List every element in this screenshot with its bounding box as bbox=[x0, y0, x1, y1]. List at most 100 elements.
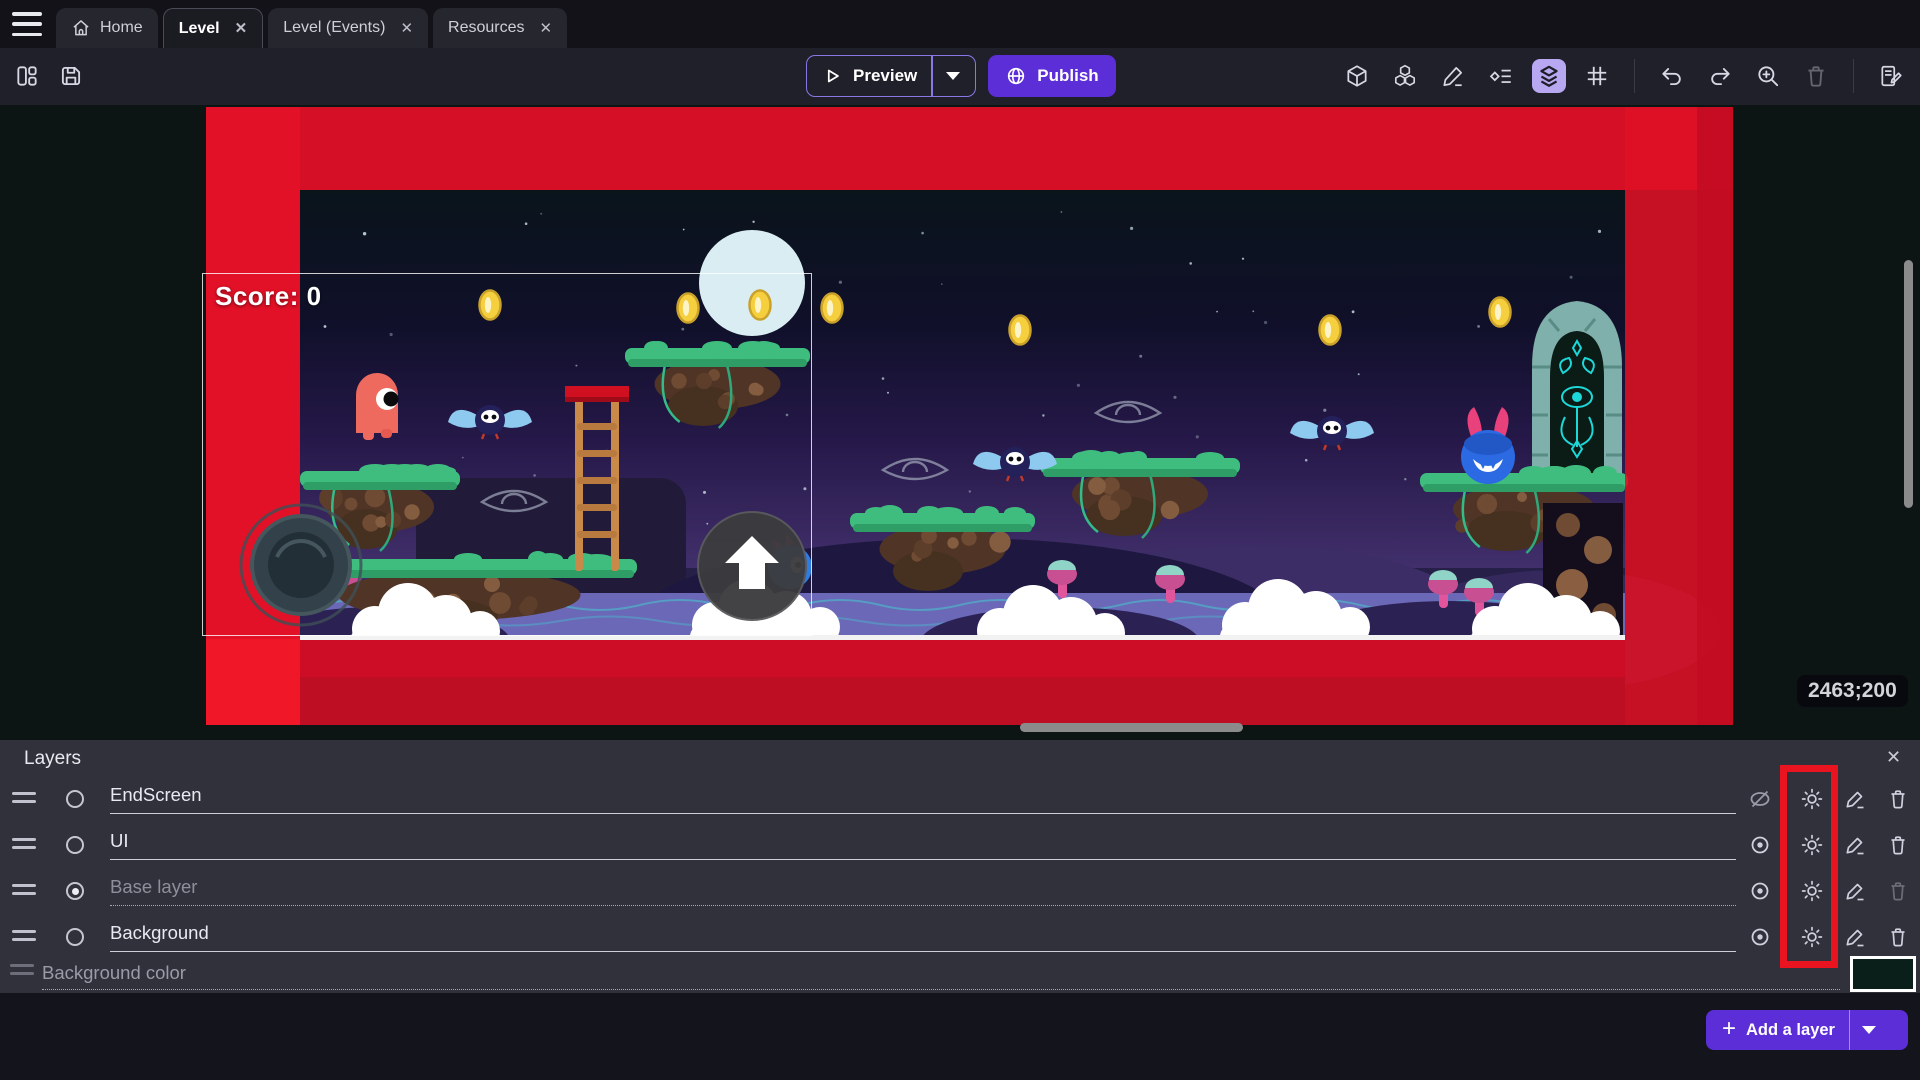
panel-footer: + Add a layer bbox=[0, 993, 1920, 1080]
layer-select-radio[interactable] bbox=[66, 836, 84, 854]
edit-pencil-icon[interactable] bbox=[1843, 787, 1867, 811]
delete-trash-icon[interactable] bbox=[1886, 925, 1910, 949]
edit-pencil-icon[interactable] bbox=[1843, 879, 1867, 903]
scene-svg bbox=[0, 105, 1920, 740]
score-text: Score: 0 bbox=[215, 281, 322, 312]
lighting-sun-icon[interactable] bbox=[1800, 879, 1824, 903]
tab-strip: Home Level ✕ Level (Events) ✕ Resources … bbox=[56, 0, 567, 48]
background-color-swatch[interactable] bbox=[1850, 956, 1916, 992]
joystick-control bbox=[241, 505, 361, 625]
layer-row: Background bbox=[0, 916, 1920, 960]
background-color-row: Background color bbox=[0, 962, 1920, 992]
delete-button[interactable] bbox=[1799, 59, 1833, 93]
undo-button[interactable] bbox=[1655, 59, 1689, 93]
layers-panel-title: Layers bbox=[24, 748, 81, 770]
layer-name-field[interactable]: EndScreen bbox=[110, 784, 1736, 814]
close-tab-icon[interactable]: ✕ bbox=[400, 21, 413, 36]
redo-button[interactable] bbox=[1703, 59, 1737, 93]
layer-select-radio[interactable] bbox=[66, 790, 84, 808]
layers-button[interactable] bbox=[1532, 59, 1566, 93]
object-groups-button[interactable] bbox=[1388, 59, 1422, 93]
tab-label: Home bbox=[100, 19, 143, 37]
vertical-scrollbar[interactable] bbox=[1904, 260, 1913, 508]
coin bbox=[1010, 316, 1031, 345]
open-panels-icon[interactable] bbox=[14, 63, 40, 89]
tab-level-events[interactable]: Level (Events) ✕ bbox=[268, 8, 428, 48]
drag-handle-icon[interactable] bbox=[12, 884, 36, 898]
preview-dropdown[interactable] bbox=[933, 72, 973, 80]
toolbar-right-group bbox=[1340, 59, 1908, 93]
layer-row: Base layer bbox=[0, 870, 1920, 914]
chevron-down-icon bbox=[946, 72, 960, 80]
layer-select-radio[interactable] bbox=[66, 928, 84, 946]
coin bbox=[1320, 316, 1341, 345]
background-color-label: Background color bbox=[42, 962, 186, 984]
add-layer-label: Add a layer bbox=[1746, 1021, 1835, 1040]
visibility-eye-off-icon[interactable] bbox=[1748, 787, 1772, 811]
instances-list-button[interactable] bbox=[1484, 59, 1518, 93]
drag-handle-icon[interactable] bbox=[12, 930, 36, 944]
tab-home[interactable]: Home bbox=[56, 8, 158, 48]
play-icon bbox=[821, 65, 843, 87]
lighting-sun-icon[interactable] bbox=[1800, 833, 1824, 857]
menu-icon[interactable] bbox=[12, 12, 42, 36]
layer-row: UI bbox=[0, 824, 1920, 868]
zoom-in-icon bbox=[1755, 63, 1781, 89]
save-icon[interactable] bbox=[58, 63, 84, 89]
layer-name-field[interactable]: UI bbox=[110, 830, 1736, 860]
visibility-eye-icon[interactable] bbox=[1748, 833, 1772, 857]
tab-label: Level (Events) bbox=[283, 19, 385, 37]
tab-level[interactable]: Level ✕ bbox=[163, 8, 264, 48]
plus-icon: + bbox=[1722, 1015, 1736, 1043]
lighting-sun-icon[interactable] bbox=[1800, 925, 1824, 949]
edit-mode-button[interactable] bbox=[1436, 59, 1470, 93]
player-character bbox=[356, 373, 399, 440]
publish-label: Publish bbox=[1037, 66, 1098, 86]
home-icon bbox=[71, 18, 91, 38]
layer-name-field[interactable]: Base layer bbox=[110, 876, 1736, 906]
objects-button[interactable] bbox=[1340, 59, 1374, 93]
add-layer-dropdown[interactable] bbox=[1850, 1026, 1889, 1034]
game-scene bbox=[0, 105, 1920, 740]
drag-handle-icon[interactable] bbox=[12, 838, 36, 852]
delete-trash-icon[interactable] bbox=[1886, 879, 1910, 903]
scene-properties-button[interactable] bbox=[1874, 59, 1908, 93]
scene-canvas[interactable]: Score: 0 2463;200 bbox=[0, 105, 1920, 740]
layer-select-radio[interactable] bbox=[66, 882, 84, 900]
globe-icon bbox=[1005, 65, 1027, 87]
drag-handle-icon[interactable] bbox=[10, 964, 34, 978]
redo-icon bbox=[1707, 63, 1733, 89]
delete-trash-icon[interactable] bbox=[1886, 787, 1910, 811]
divider bbox=[1634, 59, 1635, 93]
tab-bar: Home Level ✕ Level (Events) ✕ Resources … bbox=[0, 0, 1920, 48]
undo-icon bbox=[1659, 63, 1685, 89]
grid-button[interactable] bbox=[1580, 59, 1614, 93]
layer-name-field[interactable]: Background bbox=[110, 922, 1736, 952]
moon bbox=[699, 230, 805, 336]
visibility-eye-icon[interactable] bbox=[1748, 925, 1772, 949]
preview-button[interactable]: Preview bbox=[806, 55, 976, 97]
object-groups-icon bbox=[1392, 63, 1418, 89]
drag-handle-icon[interactable] bbox=[12, 792, 36, 806]
lighting-sun-icon[interactable] bbox=[1800, 787, 1824, 811]
jump-button-control bbox=[698, 512, 806, 620]
add-layer-button[interactable]: + Add a layer bbox=[1706, 1010, 1908, 1050]
toolbar: Preview Publish bbox=[0, 48, 1920, 105]
close-tab-icon[interactable]: ✕ bbox=[540, 21, 553, 36]
cursor-coordinates-badge: 2463;200 bbox=[1797, 675, 1908, 707]
tab-resources[interactable]: Resources ✕ bbox=[433, 8, 567, 48]
edit-pencil-icon[interactable] bbox=[1843, 833, 1867, 857]
edit-pencil-icon[interactable] bbox=[1843, 925, 1867, 949]
coin bbox=[1490, 298, 1511, 327]
close-tab-icon[interactable]: ✕ bbox=[235, 21, 248, 36]
close-panel-icon[interactable]: ✕ bbox=[1886, 747, 1901, 768]
publish-button[interactable]: Publish bbox=[988, 55, 1116, 97]
coin bbox=[678, 294, 699, 323]
grid-icon bbox=[1584, 63, 1610, 89]
delete-trash-icon[interactable] bbox=[1886, 833, 1910, 857]
layer-row: EndScreen bbox=[0, 778, 1920, 822]
zoom-in-button[interactable] bbox=[1751, 59, 1785, 93]
layers-panel: Layers ✕ EndScreen UI Base layer Background… bbox=[0, 740, 1920, 993]
horizontal-scrollbar[interactable] bbox=[1020, 723, 1243, 732]
visibility-eye-icon[interactable] bbox=[1748, 879, 1772, 903]
